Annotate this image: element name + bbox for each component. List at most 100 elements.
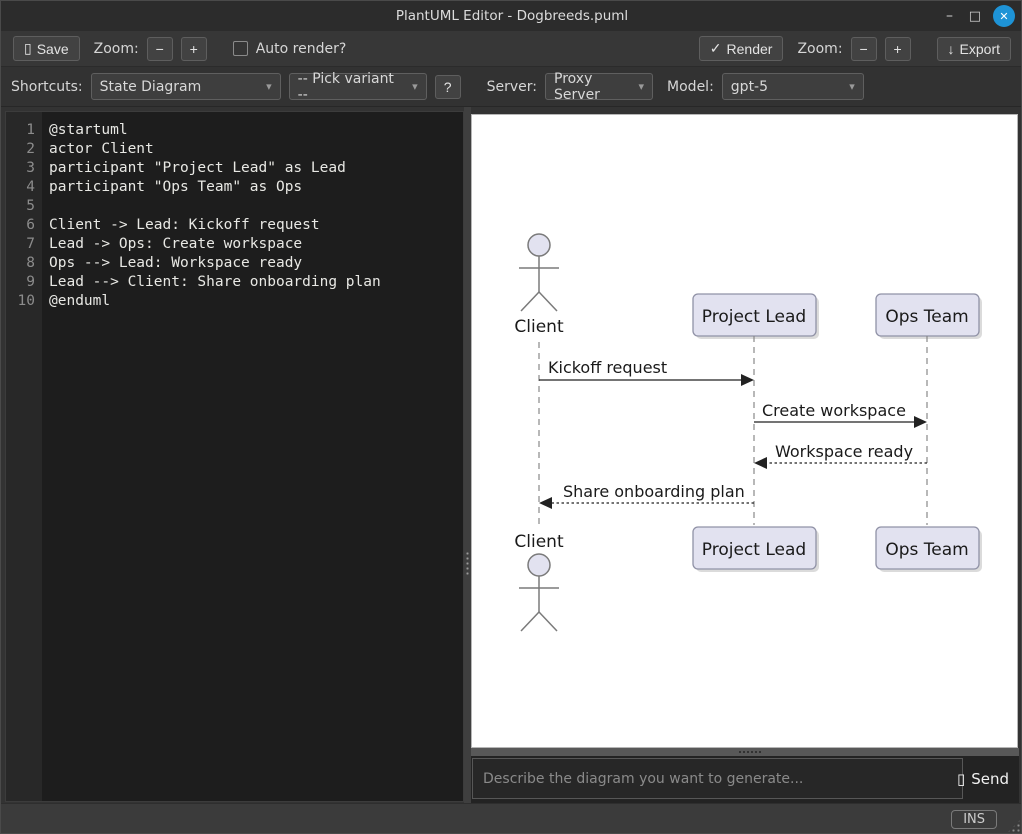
model-select[interactable]: gpt-5 ▾	[721, 73, 864, 100]
participant-label: Project Lead	[702, 307, 806, 327]
message-label: Workspace ready	[775, 442, 913, 461]
line-number: 2	[26, 141, 35, 157]
arrowhead-right	[741, 374, 754, 386]
close-button[interactable]: ✕	[993, 5, 1015, 27]
model-label: Model:	[667, 78, 714, 95]
minimize-button[interactable]: –	[946, 1, 953, 31]
code-line: 1 @startuml	[6, 121, 463, 140]
code-line: 9 Lead --> Client: Share onboarding plan	[6, 273, 463, 292]
code-text: Client -> Lead: Kickoff request	[49, 217, 320, 233]
code-text: Lead --> Client: Share onboarding plan	[49, 274, 381, 290]
message-label: Create workspace	[762, 401, 906, 420]
title-bar: PlantUML Editor - Dogbreeds.puml – □ ✕	[1, 1, 1021, 31]
message-create-workspace: Create workspace	[754, 401, 927, 428]
participant-label: Ops Team	[885, 307, 968, 327]
chevron-down-icon: ▾	[849, 80, 855, 93]
preview-zoom-label: Zoom:	[797, 40, 843, 57]
server-label: Server:	[486, 78, 538, 95]
preview-zoom-in-button[interactable]: +	[884, 36, 911, 61]
export-label: Export	[959, 40, 1000, 57]
participant-ops-bottom: Ops Team	[875, 526, 982, 572]
actor-label: Client	[514, 532, 564, 552]
sequence-diagram-svg: Client Project Lead Ops Team Kickoff req…	[514, 233, 982, 632]
editor-zoom-label: Zoom:	[93, 40, 139, 57]
editor-zoom-out-button[interactable]: −	[146, 36, 173, 61]
maximize-button[interactable]: □	[969, 1, 981, 31]
send-icon: ▯	[956, 769, 966, 788]
auto-render-checkbox[interactable]	[232, 41, 248, 56]
auto-render-label: Auto render?	[255, 40, 347, 57]
server-select[interactable]: Proxy Server ▾	[545, 71, 654, 103]
participant-label: Ops Team	[885, 540, 968, 560]
code-area[interactable]: 1 @startuml 2 actor Client 3 participant "P…	[6, 112, 463, 801]
export-button[interactable]: ↓ Export	[936, 36, 1011, 61]
code-line: 3 participant "Project Lead" as Lead	[6, 159, 463, 178]
send-label: Send	[971, 769, 1009, 788]
line-number: 5	[26, 198, 35, 214]
chevron-down-icon: ▾	[638, 80, 645, 93]
actor-head	[527, 553, 551, 577]
render-label: Render	[726, 40, 773, 57]
message-kickoff-request: Kickoff request	[539, 358, 754, 386]
code-text: @startuml	[49, 122, 128, 138]
diagram-preview: Client Project Lead Ops Team Kickoff req…	[471, 114, 1018, 748]
chevron-down-icon: ▾	[412, 80, 418, 93]
prompt-input[interactable]	[472, 758, 963, 799]
send-button[interactable]: ▯ Send	[951, 758, 1015, 799]
code-line: 4 participant "Ops Team" as Ops	[6, 178, 463, 197]
arrowhead-right	[914, 416, 927, 428]
app-window: PlantUML Editor - Dogbreeds.puml – □ ✕ ▯…	[0, 0, 1022, 834]
model-value: gpt-5	[730, 78, 769, 95]
code-text: Ops --> Lead: Workspace ready	[49, 255, 303, 271]
shortcuts-bar: Shortcuts: State Diagram ▾ -- Pick varia…	[1, 67, 1021, 107]
arrowhead-left	[539, 497, 552, 509]
editor-zoom-in-button[interactable]: +	[180, 36, 207, 61]
actor-label: Client	[514, 317, 564, 337]
diagram-type-value: State Diagram	[99, 78, 202, 95]
code-line: 6 Client -> Lead: Kickoff request	[6, 216, 463, 235]
render-check-icon: ✓	[709, 40, 722, 56]
participant-lead-top: Project Lead	[692, 293, 819, 339]
participant-ops-top: Ops Team	[875, 293, 982, 339]
line-number: 9	[26, 274, 35, 290]
splitter-grip-icon	[465, 551, 470, 577]
main-toolbar: ▯ Save Zoom: − + Auto render? ✓ Render Z…	[1, 31, 1021, 67]
save-label: Save	[36, 40, 69, 57]
save-button[interactable]: ▯ Save	[13, 36, 80, 61]
code-line: 10 @enduml	[6, 292, 463, 311]
line-number: 8	[26, 255, 35, 271]
code-line: 5	[6, 197, 463, 216]
line-number: 6	[26, 217, 35, 233]
line-number: 4	[26, 179, 35, 195]
message-share-onboarding-plan: Share onboarding plan	[539, 482, 754, 509]
participant-lead-bottom: Project Lead	[692, 526, 819, 572]
resize-grip-icon[interactable]	[1007, 819, 1021, 833]
code-line: 8 Ops --> Lead: Workspace ready	[6, 254, 463, 273]
arrowhead-left	[754, 457, 767, 469]
code-editor[interactable]: 1 @startuml 2 actor Client 3 participant "P…	[5, 111, 464, 802]
prompt-bar: ▯ Send	[471, 756, 1019, 803]
help-button[interactable]: ?	[434, 74, 461, 99]
save-icon: ▯	[24, 40, 32, 56]
insert-mode-badge: INS	[951, 810, 997, 829]
code-text: participant "Project Lead" as Lead	[49, 160, 346, 176]
render-button[interactable]: ✓ Render	[698, 36, 784, 61]
line-number: 10	[17, 293, 35, 309]
code-text: participant "Ops Team" as Ops	[49, 179, 303, 195]
horizontal-splitter[interactable]	[471, 748, 1019, 756]
code-text: @enduml	[49, 293, 111, 309]
message-workspace-ready: Workspace ready	[754, 442, 927, 469]
vertical-splitter[interactable]	[464, 107, 471, 803]
window-title: PlantUML Editor - Dogbreeds.puml	[395, 8, 629, 24]
status-bar: INS	[1, 803, 1021, 833]
variant-value: -- Pick variant --	[297, 70, 394, 103]
variant-select[interactable]: -- Pick variant -- ▾	[288, 70, 427, 103]
actor-client-top: Client	[514, 233, 564, 337]
shortcuts-label: Shortcuts:	[11, 78, 83, 95]
diagram-type-select[interactable]: State Diagram ▾	[90, 73, 281, 100]
preview-zoom-out-button[interactable]: −	[850, 36, 877, 61]
code-line: 7 Lead -> Ops: Create workspace	[6, 235, 463, 254]
line-number: 1	[26, 122, 35, 138]
code-text: Lead -> Ops: Create workspace	[49, 236, 303, 252]
